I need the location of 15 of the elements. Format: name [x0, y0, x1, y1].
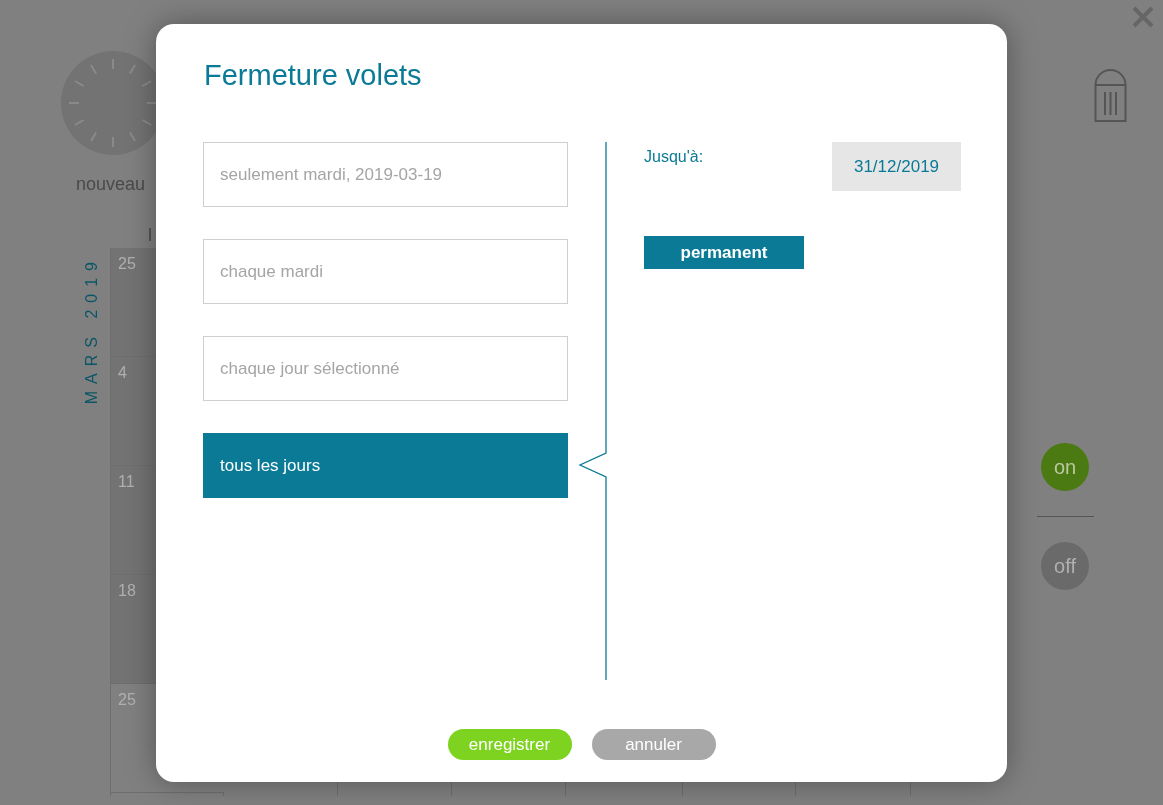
date-field[interactable]: 31/12/2019 — [832, 142, 961, 191]
trash-icon[interactable] — [1094, 68, 1127, 122]
dialog-title: Fermeture volets — [204, 58, 422, 93]
permanent-button[interactable]: permanent — [644, 236, 804, 269]
month-label: MARS 2019 — [84, 255, 100, 405]
option-button[interactable]: chaque mardi — [203, 239, 568, 304]
save-button[interactable]: enregistrer — [447, 729, 572, 760]
switch-button[interactable]: off — [1041, 542, 1089, 590]
option-button[interactable]: tous les jours — [203, 433, 568, 498]
option-button[interactable]: chaque jour sélectionné — [203, 336, 568, 401]
switch-button[interactable]: on — [1041, 443, 1089, 491]
close-icon[interactable] — [1131, 5, 1155, 29]
until-label: Jusqu'à: — [644, 147, 704, 167]
option-button[interactable]: seulement mardi, 2019-03-19 — [203, 142, 568, 207]
cancel-button[interactable]: annuler — [591, 729, 716, 760]
